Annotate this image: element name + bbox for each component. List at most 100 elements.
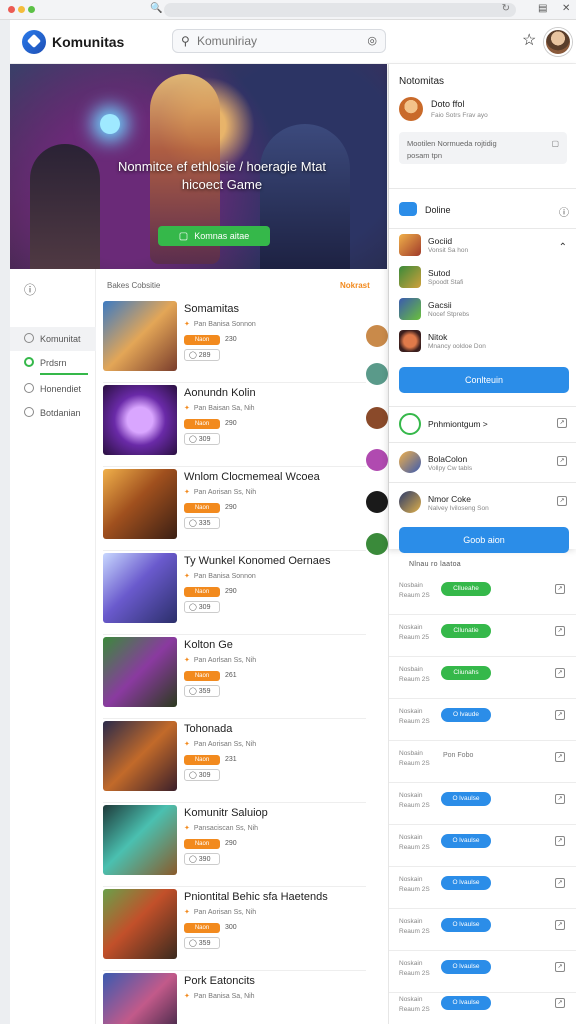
external-link-icon[interactable]: ↗ xyxy=(555,998,565,1008)
app-logo[interactable] xyxy=(22,30,46,54)
external-link-icon[interactable]: ↗ xyxy=(555,878,565,888)
divider xyxy=(389,614,576,615)
member-avatar[interactable] xyxy=(366,325,388,347)
nav-item-honendiet[interactable]: Honendiet xyxy=(10,377,96,401)
item-subtitle: ✦ Pan Banisa Sonnon xyxy=(184,573,256,580)
close-tab-icon[interactable]: ✕ xyxy=(562,3,570,14)
external-link-icon[interactable]: ↗ xyxy=(557,418,567,428)
info-icon[interactable]: ⓘ xyxy=(559,204,569,219)
camera-search-icon[interactable]: ◎ xyxy=(367,34,377,47)
status-pill[interactable]: Cllunatie xyxy=(441,624,491,638)
member-row[interactable]: Nosbain Reaum 2S Cliunahs ↗ xyxy=(399,663,569,693)
reload-icon[interactable]: ↻ xyxy=(502,3,510,14)
list-item[interactable]: Pork Eatoncits ✦ Pan Banisa Sa, Nih xyxy=(103,971,366,1024)
status-pill[interactable]: O lvaulse xyxy=(441,834,491,848)
nav-item-komunitat[interactable]: Komunitat xyxy=(10,327,96,351)
list-item[interactable]: Tohonada ✦ Pan Aorisan Ss, Nih Naon 231 ◯… xyxy=(103,719,366,803)
external-link-icon[interactable]: ↗ xyxy=(555,962,565,972)
member-avatar[interactable] xyxy=(366,533,388,555)
promoted-avatar xyxy=(399,491,421,513)
game-thumbnail xyxy=(103,721,177,791)
address-bar[interactable]: ↻ xyxy=(164,3,516,17)
item-title: Komunitr Saluiop xyxy=(184,807,268,819)
friend-avatar xyxy=(399,298,421,320)
member-row[interactable]: Noskain Reaum 25 Cllunatie ↗ xyxy=(399,621,569,651)
notification-note[interactable]: Mootilen Normueda rojtidig posam tpn ▢ xyxy=(399,132,567,164)
member-avatar[interactable] xyxy=(366,363,388,385)
status-pill[interactable]: O lvaulse xyxy=(441,918,491,932)
friend-item[interactable]: Gacsii Nocef Stprebs xyxy=(399,298,569,322)
list-item[interactable]: Wnlom Clocmemeal Wcoea ✦ Pan Aorisan Ss, … xyxy=(103,467,366,551)
nav-label: Komunitat xyxy=(40,334,81,344)
member-avatar[interactable] xyxy=(366,407,388,429)
secondary-action-button[interactable]: Goob aion xyxy=(399,527,569,553)
user-avatar[interactable] xyxy=(544,28,572,56)
status-pill[interactable]: O lvaulse xyxy=(441,876,491,890)
promoted-subtitle: Nalvey Iviloseng Son xyxy=(428,505,489,512)
confirm-button[interactable]: Conlteuin xyxy=(399,367,569,393)
external-link-icon[interactable]: ↗ xyxy=(555,836,565,846)
status-pill[interactable]: O lvaulse xyxy=(441,792,491,806)
hero-cta-button[interactable]: ▢ Komnas aitae xyxy=(158,226,270,246)
external-link-icon[interactable]: ↗ xyxy=(555,920,565,930)
item-title: Pork Eatoncits xyxy=(184,975,255,987)
search-icon[interactable]: 🔍 xyxy=(150,3,162,14)
external-link-icon[interactable]: ↗ xyxy=(555,668,565,678)
promoted-item[interactable]: BolaColon Vollpy Cw tabls ↗ xyxy=(399,450,571,476)
external-link-icon[interactable]: ↗ xyxy=(555,710,565,720)
divider xyxy=(389,824,576,825)
item-title: Somamitas xyxy=(184,303,240,315)
promoted-name: Pnhmiontgum > xyxy=(428,419,488,429)
promoted-item[interactable]: Pnhmiontgum > ↗ xyxy=(399,412,571,438)
tabs-icon[interactable]: ▤ xyxy=(538,3,547,14)
status-pill[interactable]: O lvaude xyxy=(441,708,491,722)
list-item[interactable]: Somamitas ✦ Pan Banisa Sonnon Naon 230 ◯ … xyxy=(103,299,366,383)
status-pill[interactable]: Cliunahs xyxy=(441,666,491,680)
list-item[interactable]: Kolton Ge ✦ Pan Aorlsan Ss, Nih Naon 261 … xyxy=(103,635,366,719)
external-link-icon[interactable]: ↗ xyxy=(555,626,565,636)
divider xyxy=(389,188,576,189)
list-item[interactable]: Aonundn Kolin ✦ Pan Baisan Sa, Nih Naon 2… xyxy=(103,383,366,467)
promoted-item[interactable]: Nmor Coke Nalvey Iviloseng Son ↗ xyxy=(399,490,571,516)
list-item[interactable]: Ty Wunkel Konomed Oernaes ✦ Pan Banisa So… xyxy=(103,551,366,635)
list-item[interactable]: Komunitr Saluiop ✦ Pansaciscan Ss, Nih Na… xyxy=(103,803,366,887)
friend-item[interactable]: Sutod Spoodt Stafi xyxy=(399,266,569,290)
search-box[interactable]: ⚲ ◎ xyxy=(172,29,386,53)
member-avatar[interactable] xyxy=(366,491,388,513)
nav-item-prdsrn[interactable]: Prdsrn xyxy=(10,351,96,375)
close-window-dot[interactable] xyxy=(8,6,15,13)
favorite-star-icon[interactable]: ☆ xyxy=(522,30,536,50)
member-row[interactable]: Noskain Reaum 2S O lvaulse ↗ xyxy=(399,993,569,1023)
external-link-icon[interactable]: ↗ xyxy=(555,794,565,804)
member-row[interactable]: Noskain Reaum 2S O lvaulse ↗ xyxy=(399,789,569,819)
maximize-window-dot[interactable] xyxy=(28,6,35,13)
external-link-icon[interactable]: ↗ xyxy=(557,456,567,466)
friend-avatar xyxy=(399,234,421,256)
member-row[interactable]: Noskain Reaum 2S O lvaude ↗ xyxy=(399,705,569,735)
user-avatar[interactable] xyxy=(399,97,423,121)
member-row[interactable]: Noskain Reaum 2S O lvaulse ↗ xyxy=(399,915,569,945)
member-row[interactable]: Nosbain Reaum 2S Pon Fobo ↗ xyxy=(399,747,569,777)
status-pill[interactable]: Cllueahe xyxy=(441,582,491,596)
item-subtitle: ✦ Pan Banisa Sa, Nih xyxy=(184,993,255,1000)
member-avatar[interactable] xyxy=(366,449,388,471)
info-icon[interactable]: ⓘ xyxy=(24,281,36,298)
search-input[interactable] xyxy=(197,33,357,49)
external-link-icon[interactable]: ↗ xyxy=(555,752,565,762)
active-indicator xyxy=(40,373,88,375)
status-pill[interactable]: O lvaulse xyxy=(441,960,491,974)
member-row[interactable]: Noskain Reaum 2S O lvaulse ↗ xyxy=(399,831,569,861)
item-members-chip: ◯ 309 xyxy=(184,433,220,445)
member-row[interactable]: Noskain Reaum 2S O lvaulse ↗ xyxy=(399,873,569,903)
friend-item[interactable]: Gociid Vonsit Sa hon xyxy=(399,234,569,258)
external-link-icon[interactable]: ↗ xyxy=(557,496,567,506)
member-row[interactable]: Nosbain Reaum 2S Cllueahe ↗ xyxy=(399,579,569,609)
nav-item-botdanian[interactable]: Botdanian xyxy=(10,401,96,425)
list-item[interactable]: Pniontital Behic sfa Haetends ✦ Pan Aoris… xyxy=(103,887,366,971)
item-subtitle: ✦ Pan Baisan Sa, Nih xyxy=(184,405,255,412)
minimize-window-dot[interactable] xyxy=(18,6,25,13)
external-link-icon[interactable]: ↗ xyxy=(555,584,565,594)
status-pill[interactable]: O lvaulse xyxy=(441,996,491,1010)
friend-item[interactable]: Nitok Mnancy ooldoe Don xyxy=(399,330,569,354)
member-row[interactable]: Noskain Reaum 2S O lvaulse ↗ xyxy=(399,957,569,987)
